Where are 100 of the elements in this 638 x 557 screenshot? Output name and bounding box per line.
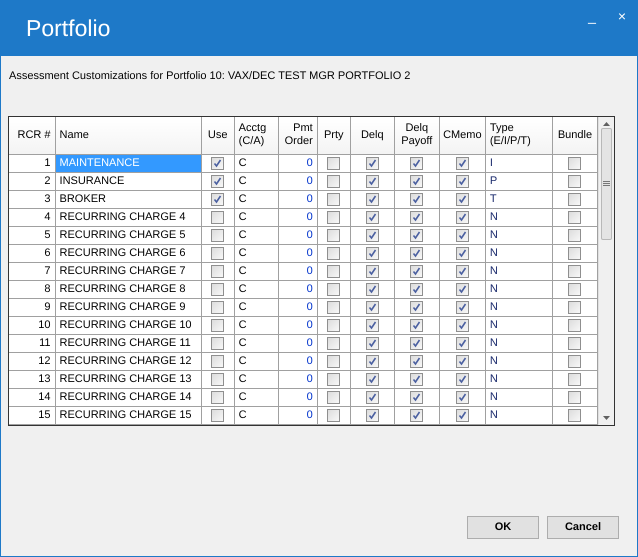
table-cell[interactable]: C xyxy=(234,388,278,406)
checkbox[interactable] xyxy=(327,354,340,368)
table-cell[interactable]: C xyxy=(234,298,278,316)
checkbox[interactable] xyxy=(327,318,340,332)
checkbox[interactable] xyxy=(456,246,469,260)
checkbox[interactable] xyxy=(410,156,424,170)
checkbox[interactable] xyxy=(211,210,224,224)
checkbox[interactable] xyxy=(568,300,582,314)
name-cell[interactable]: RECURRING CHARGE 15 xyxy=(55,406,202,424)
checkbox[interactable] xyxy=(456,318,469,332)
column-header[interactable]: RCR # xyxy=(9,116,56,154)
checkbox[interactable] xyxy=(327,192,340,206)
checkbox[interactable] xyxy=(568,282,582,296)
checkbox[interactable] xyxy=(366,300,379,314)
checkbox[interactable] xyxy=(410,174,424,188)
checkbox[interactable] xyxy=(327,210,340,224)
checkbox[interactable] xyxy=(410,210,424,224)
table-cell[interactable]: C xyxy=(234,262,278,280)
table-cell[interactable]: 0 xyxy=(278,280,318,298)
column-header[interactable]: CMemo xyxy=(439,116,486,154)
checkbox[interactable] xyxy=(327,282,340,296)
cancel-button[interactable]: Cancel xyxy=(547,516,619,538)
table-cell[interactable]: N xyxy=(485,316,552,334)
checkbox[interactable] xyxy=(568,156,582,170)
table-cell[interactable]: C xyxy=(234,172,278,190)
checkbox[interactable] xyxy=(410,192,424,206)
checkbox[interactable] xyxy=(410,372,424,386)
column-header[interactable]: Delq Payoff xyxy=(394,116,440,154)
table-cell[interactable]: C xyxy=(234,208,278,226)
checkbox[interactable] xyxy=(211,282,224,296)
table-cell[interactable]: C xyxy=(234,154,278,172)
checkbox[interactable] xyxy=(456,336,469,350)
checkbox[interactable] xyxy=(568,372,582,386)
table-cell[interactable]: N xyxy=(485,298,552,316)
checkbox[interactable] xyxy=(366,264,379,278)
checkbox[interactable] xyxy=(327,300,340,314)
checkbox[interactable] xyxy=(568,228,582,242)
name-cell[interactable]: RECURRING CHARGE 12 xyxy=(55,352,202,370)
column-header[interactable]: Use xyxy=(201,116,234,154)
checkbox[interactable] xyxy=(366,336,379,350)
checkbox[interactable] xyxy=(211,390,224,404)
minimize-button[interactable]: _ xyxy=(577,1,607,31)
name-cell[interactable]: RECURRING CHARGE 8 xyxy=(55,280,202,298)
checkbox[interactable] xyxy=(410,282,424,296)
checkbox[interactable] xyxy=(366,210,379,224)
name-cell[interactable]: RECURRING CHARGE 9 xyxy=(55,298,202,316)
table-cell[interactable]: N xyxy=(485,334,552,352)
checkbox[interactable] xyxy=(410,228,424,242)
checkbox[interactable] xyxy=(568,174,582,188)
table-cell[interactable]: 0 xyxy=(278,190,318,208)
checkbox[interactable] xyxy=(568,354,582,368)
checkbox[interactable] xyxy=(366,282,379,296)
name-cell[interactable]: INSURANCE xyxy=(55,172,202,190)
table-cell[interactable]: C xyxy=(234,244,278,262)
checkbox[interactable] xyxy=(456,192,469,206)
table-cell[interactable]: 0 xyxy=(278,352,318,370)
checkbox[interactable] xyxy=(410,336,424,350)
name-cell[interactable]: RECURRING CHARGE 11 xyxy=(55,334,202,352)
scroll-down-icon[interactable] xyxy=(603,416,610,420)
checkbox[interactable] xyxy=(568,318,582,332)
checkbox[interactable] xyxy=(366,390,379,404)
checkbox[interactable] xyxy=(327,336,340,350)
ok-button[interactable]: OK xyxy=(467,516,539,538)
checkbox[interactable] xyxy=(568,192,582,206)
checkbox[interactable] xyxy=(211,192,224,206)
checkbox[interactable] xyxy=(456,228,469,242)
checkbox[interactable] xyxy=(366,156,379,170)
table-cell[interactable]: N xyxy=(485,208,552,226)
checkbox[interactable] xyxy=(211,372,224,386)
checkbox[interactable] xyxy=(327,264,340,278)
checkbox[interactable] xyxy=(211,264,224,278)
checkbox[interactable] xyxy=(211,156,224,170)
table-cell[interactable]: N xyxy=(485,262,552,280)
checkbox[interactable] xyxy=(456,300,469,314)
checkbox[interactable] xyxy=(327,228,340,242)
table-cell[interactable]: 0 xyxy=(278,172,318,190)
checkbox[interactable] xyxy=(366,192,379,206)
checkbox[interactable] xyxy=(456,264,469,278)
checkbox[interactable] xyxy=(211,318,224,332)
checkbox[interactable] xyxy=(456,174,469,188)
table-cell[interactable]: N xyxy=(485,244,552,262)
table-cell[interactable]: C xyxy=(234,352,278,370)
table-cell[interactable]: 0 xyxy=(278,208,318,226)
table-cell[interactable]: C xyxy=(234,370,278,388)
checkbox[interactable] xyxy=(211,300,224,314)
checkbox[interactable] xyxy=(366,408,379,422)
table-cell[interactable]: N xyxy=(485,406,552,424)
column-header[interactable]: Acctg (C/A) xyxy=(234,116,278,154)
checkbox[interactable] xyxy=(327,408,340,422)
checkbox[interactable] xyxy=(211,408,224,422)
table-cell[interactable]: C xyxy=(234,190,278,208)
table-cell[interactable]: 0 xyxy=(278,334,318,352)
column-header[interactable]: Bundle xyxy=(552,116,598,154)
checkbox[interactable] xyxy=(456,408,469,422)
table-cell[interactable]: 0 xyxy=(278,370,318,388)
checkbox[interactable] xyxy=(456,282,469,296)
name-cell[interactable]: RECURRING CHARGE 14 xyxy=(55,388,202,406)
checkbox[interactable] xyxy=(366,228,379,242)
table-cell[interactable]: I xyxy=(485,154,552,172)
checkbox[interactable] xyxy=(410,300,424,314)
